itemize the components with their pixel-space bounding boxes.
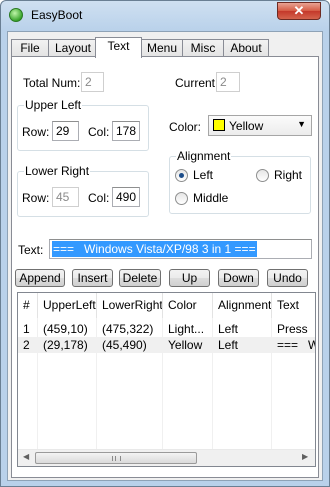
column-header-text[interactable]: Text <box>272 293 315 318</box>
total-num-field[interactable]: 2 <box>81 72 104 92</box>
text-input-value: === Windows Vista/XP/98 3 in 1 === <box>52 241 257 257</box>
align-right-radio[interactable] <box>256 169 269 182</box>
cell-upperleft: (29,178) <box>43 338 88 352</box>
column-header-number[interactable]: # <box>18 293 38 318</box>
scroll-right-icon[interactable]: ▶ <box>302 452 308 461</box>
tab-menu[interactable]: Menu <box>141 39 183 57</box>
alignment-title: Alignment <box>176 149 232 163</box>
client-area: File Layout Text Menu Misc About Total N… <box>7 31 323 481</box>
chevron-down-icon: ▼ <box>297 119 306 129</box>
column-header-upperleft[interactable]: UpperLeft <box>38 293 97 318</box>
color-dropdown[interactable]: Yellow ▼ <box>208 115 312 136</box>
horizontal-scrollbar[interactable]: ◀ ▶ <box>18 449 315 466</box>
append-button[interactable]: Append <box>15 269 65 287</box>
lower-right-col-field[interactable]: 490 <box>112 187 140 207</box>
column-header-color[interactable]: Color <box>163 293 213 318</box>
align-left-label[interactable]: Left <box>193 168 213 182</box>
cell-lowerright: (45,490) <box>102 338 147 352</box>
lower-right-title: Lower Right <box>24 164 91 178</box>
align-left-radio[interactable] <box>175 169 188 182</box>
delete-button[interactable]: Delete <box>119 269 161 287</box>
app-icon <box>9 8 23 22</box>
table-row[interactable]: 2 (29,178) (45,490) Yellow Left === W <box>18 337 315 353</box>
align-right-label[interactable]: Right <box>274 168 302 182</box>
column-header-alignment[interactable]: Alignment <box>213 293 272 318</box>
cell-upperleft: (459,10) <box>43 322 88 336</box>
upper-left-group: Upper Left Row: 29 Col: 178 <box>17 98 149 151</box>
cell-text: === W <box>277 338 316 352</box>
title-bar[interactable]: EasyBoot ✕ <box>1 1 329 31</box>
entries-list[interactable]: # UpperLeft LowerRight Color Alignment T… <box>17 292 316 467</box>
radio-selected-dot <box>179 173 184 178</box>
align-middle-label[interactable]: Middle <box>193 191 228 205</box>
align-middle-radio[interactable] <box>175 192 188 205</box>
close-icon: ✕ <box>293 3 305 18</box>
upper-left-col-label: Col: <box>88 125 110 139</box>
grip-icon <box>112 456 121 461</box>
tab-file[interactable]: File <box>11 39 49 57</box>
window-title: EasyBoot <box>31 8 83 22</box>
scroll-thumb[interactable] <box>35 452 197 464</box>
cell-number: 2 <box>23 338 30 352</box>
lower-right-col-label: Col: <box>88 191 110 205</box>
current-field[interactable]: 2 <box>216 72 240 92</box>
upper-left-title: Upper Left <box>24 98 83 112</box>
total-num-label: Total Num: <box>23 76 81 90</box>
insert-button[interactable]: Insert <box>72 269 113 287</box>
tab-text[interactable]: Text <box>95 37 142 58</box>
cell-alignment: Left <box>218 338 239 352</box>
cell-lowerright: (475,322) <box>102 322 154 336</box>
scroll-left-icon[interactable]: ◀ <box>23 452 29 461</box>
tab-misc[interactable]: Misc <box>182 39 224 57</box>
tab-layout[interactable]: Layout <box>48 39 98 57</box>
upper-left-col-field[interactable]: 178 <box>112 121 140 141</box>
table-row[interactable]: 1 (459,10) (475,322) Light... Left Press <box>18 321 315 337</box>
close-button[interactable]: ✕ <box>277 2 321 20</box>
cell-number: 1 <box>23 322 30 336</box>
alignment-group: Alignment Left Right Middle <box>169 149 311 214</box>
color-swatch <box>213 119 225 131</box>
current-label: Current: <box>175 76 219 90</box>
down-button[interactable]: Down <box>218 269 259 287</box>
text-label: Text: <box>18 243 44 257</box>
undo-button[interactable]: Undo <box>267 269 308 287</box>
color-label: Color: <box>169 120 202 134</box>
upper-left-row-label: Row: <box>22 125 50 139</box>
text-input[interactable]: === Windows Vista/XP/98 3 in 1 === <box>49 239 312 259</box>
color-dropdown-value: Yellow <box>229 119 264 133</box>
lower-right-group: Lower Right Row: 45 Col: 490 <box>17 164 149 217</box>
column-header-lowerright[interactable]: LowerRight <box>97 293 163 318</box>
cell-text: Press <box>277 322 308 336</box>
up-button[interactable]: Up <box>169 269 210 287</box>
lower-right-row-label: Row: <box>22 191 50 205</box>
cell-color: Light... <box>168 322 205 336</box>
cell-color: Yellow <box>168 338 203 352</box>
tab-about[interactable]: About <box>223 39 269 57</box>
cell-alignment: Left <box>218 322 239 336</box>
upper-left-row-field[interactable]: 29 <box>52 121 79 141</box>
app-window: EasyBoot ✕ File Layout Text Menu Misc Ab… <box>0 0 330 487</box>
lower-right-row-field[interactable]: 45 <box>52 187 79 207</box>
